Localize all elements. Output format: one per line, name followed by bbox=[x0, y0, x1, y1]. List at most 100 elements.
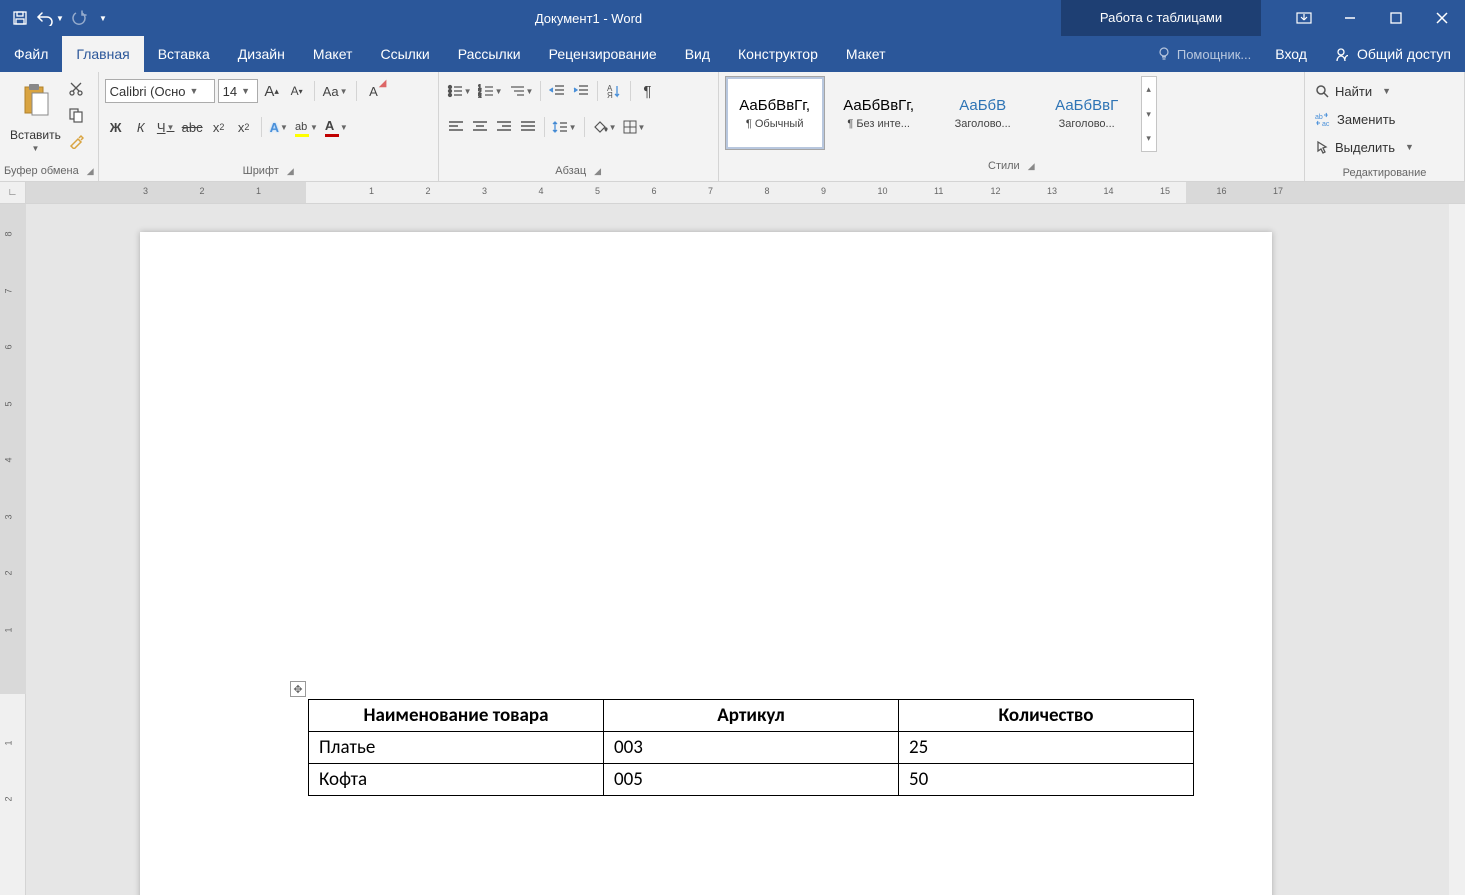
tab-главная[interactable]: Главная bbox=[62, 36, 143, 72]
style-item-2[interactable]: АаБбВЗаголово... bbox=[933, 76, 1033, 150]
clipboard-dialog-launcher[interactable]: ◢ bbox=[87, 166, 94, 177]
table-cell[interactable]: Кофта bbox=[309, 764, 604, 796]
tab-дизайн[interactable]: Дизайн bbox=[224, 36, 299, 72]
qat-customize-button[interactable]: ▼ bbox=[96, 4, 110, 32]
text-effects-button[interactable]: A▼ bbox=[268, 116, 290, 138]
highlight-button[interactable]: ab▼ bbox=[293, 116, 320, 138]
tell-me-box[interactable]: Помощник... bbox=[1147, 36, 1261, 72]
close-button[interactable] bbox=[1419, 0, 1465, 36]
document-table[interactable]: Наименование товараАртикулКоличество Пла… bbox=[308, 699, 1194, 796]
sort-button[interactable]: AЯ bbox=[603, 80, 625, 102]
tab-ссылки[interactable]: Ссылки bbox=[366, 36, 443, 72]
paste-button[interactable] bbox=[14, 76, 56, 126]
vertical-ruler[interactable]: 8765432112 bbox=[0, 204, 26, 895]
table-cell[interactable]: 003 bbox=[604, 732, 899, 764]
find-button[interactable]: Найти▼ bbox=[1311, 78, 1395, 104]
copy-button[interactable] bbox=[65, 104, 87, 126]
ruler-corner[interactable]: ∟ bbox=[0, 182, 26, 204]
table-row[interactable]: Платье00325 bbox=[309, 732, 1194, 764]
tab-рецензирование[interactable]: Рецензирование bbox=[535, 36, 671, 72]
table-move-handle[interactable]: ✥ bbox=[290, 681, 306, 697]
line-spacing-button[interactable]: ▼ bbox=[550, 116, 579, 138]
table-cell[interactable]: 50 bbox=[899, 764, 1194, 796]
subscript-button[interactable]: x2 bbox=[208, 116, 230, 138]
increase-indent-button[interactable] bbox=[570, 80, 592, 102]
align-left-button[interactable] bbox=[445, 116, 467, 138]
table-cell[interactable]: 25 bbox=[899, 732, 1194, 764]
style-item-0[interactable]: АаБбВвГг,¶ Обычный bbox=[725, 76, 825, 150]
select-button[interactable]: Выделить▼ bbox=[1311, 134, 1418, 160]
font-size-combo[interactable]: 14▼ bbox=[218, 79, 258, 103]
bullets-button[interactable]: ▼ bbox=[445, 80, 474, 102]
table-row[interactable]: Кофта00550 bbox=[309, 764, 1194, 796]
numbering-button[interactable]: 123▼ bbox=[476, 80, 505, 102]
indent-icon bbox=[573, 84, 589, 98]
justify-button[interactable] bbox=[517, 116, 539, 138]
grow-font-button[interactable]: A▴ bbox=[261, 80, 283, 102]
bucket-icon bbox=[592, 119, 608, 135]
editing-group: Найти▼ abac Заменить Выделить▼ Редактиро… bbox=[1305, 72, 1465, 181]
replace-button[interactable]: abac Заменить bbox=[1311, 106, 1399, 132]
style-preview: АаБбВвГг, bbox=[843, 97, 914, 114]
tab-конструктор[interactable]: Конструктор bbox=[724, 36, 832, 72]
minimize-button[interactable] bbox=[1327, 0, 1373, 36]
tab-макет[interactable]: Макет bbox=[299, 36, 367, 72]
undo-button[interactable]: ▼ bbox=[36, 4, 64, 32]
shrink-font-button[interactable]: A▾ bbox=[286, 80, 308, 102]
styles-gallery-more[interactable]: ▴▾▾ bbox=[1141, 76, 1157, 152]
table-cell[interactable]: Платье bbox=[309, 732, 604, 764]
format-painter-button[interactable] bbox=[65, 130, 87, 152]
show-marks-button[interactable]: ¶ bbox=[636, 80, 658, 102]
close-icon bbox=[1436, 12, 1448, 24]
style-item-1[interactable]: АаБбВвГг,¶ Без инте... bbox=[829, 76, 929, 150]
save-button[interactable] bbox=[6, 4, 34, 32]
cut-button[interactable] bbox=[65, 78, 87, 100]
brush-icon bbox=[68, 133, 84, 149]
outdent-icon bbox=[549, 84, 565, 98]
align-right-icon bbox=[496, 120, 512, 134]
window-title: Документ1 - Word bbox=[116, 11, 1061, 26]
decrease-indent-button[interactable] bbox=[546, 80, 568, 102]
borders-button[interactable]: ▼ bbox=[621, 116, 648, 138]
table-header-cell[interactable]: Артикул bbox=[604, 700, 899, 732]
tab-вставка[interactable]: Вставка bbox=[144, 36, 224, 72]
redo-button[interactable] bbox=[66, 4, 94, 32]
bold-button[interactable]: Ж bbox=[105, 116, 127, 138]
tab-вид[interactable]: Вид bbox=[671, 36, 724, 72]
superscript-button[interactable]: x2 bbox=[233, 116, 255, 138]
styles-dialog-launcher[interactable]: ◢ bbox=[1028, 161, 1035, 172]
align-center-button[interactable] bbox=[469, 116, 491, 138]
copy-icon bbox=[68, 107, 84, 123]
svg-text:Я: Я bbox=[607, 91, 613, 98]
sign-in-button[interactable]: Вход bbox=[1261, 36, 1321, 72]
maximize-button[interactable] bbox=[1373, 0, 1419, 36]
ribbon-display-button[interactable] bbox=[1281, 0, 1327, 36]
table-cell[interactable]: 005 bbox=[604, 764, 899, 796]
align-center-icon bbox=[472, 120, 488, 134]
share-button[interactable]: Общий доступ bbox=[1321, 36, 1465, 72]
font-color-button[interactable]: A▼ bbox=[323, 116, 350, 138]
style-item-3[interactable]: АаБбВвГЗаголово... bbox=[1037, 76, 1137, 150]
table-header-cell[interactable]: Количество bbox=[899, 700, 1194, 732]
tab-рассылки[interactable]: Рассылки bbox=[444, 36, 535, 72]
multilevel-list-button[interactable]: ▼ bbox=[507, 80, 536, 102]
paragraph-dialog-launcher[interactable]: ◢ bbox=[594, 166, 601, 177]
shading-button[interactable]: ▼ bbox=[590, 116, 619, 138]
font-dialog-launcher[interactable]: ◢ bbox=[287, 166, 294, 177]
align-right-button[interactable] bbox=[493, 116, 515, 138]
bullets-icon bbox=[447, 84, 463, 98]
italic-button[interactable]: К bbox=[130, 116, 152, 138]
vertical-scrollbar[interactable] bbox=[1449, 204, 1465, 895]
underline-button[interactable]: Ч▼ bbox=[155, 116, 177, 138]
font-name-combo[interactable]: Calibri (Осно▼ bbox=[105, 79, 215, 103]
content-area: 8765432112 ✥ Наименование товараАртикулК… bbox=[0, 204, 1465, 895]
clear-formatting-button[interactable]: A◢ bbox=[363, 80, 385, 102]
horizontal-ruler[interactable]: 3211234567891011121314151617 bbox=[26, 182, 1465, 204]
document-canvas[interactable]: ✥ Наименование товараАртикулКоличество П… bbox=[26, 204, 1465, 895]
tab-файл[interactable]: Файл bbox=[0, 36, 62, 72]
change-case-button[interactable]: Aa▼ bbox=[321, 80, 350, 102]
sort-icon: AЯ bbox=[607, 84, 621, 98]
strikethrough-button[interactable]: abc bbox=[180, 116, 205, 138]
tab-макет[interactable]: Макет bbox=[832, 36, 900, 72]
table-header-cell[interactable]: Наименование товара bbox=[309, 700, 604, 732]
